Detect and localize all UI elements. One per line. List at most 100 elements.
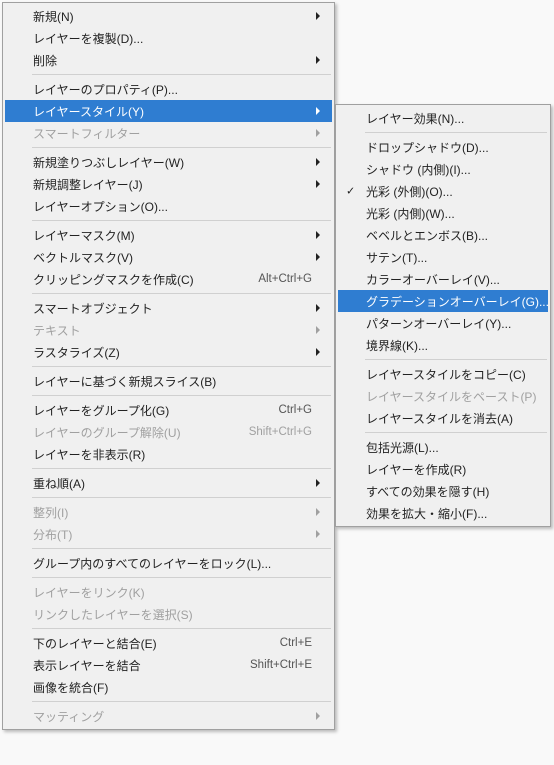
- sub_menu-item[interactable]: カラーオーバーレイ(V)...: [338, 268, 548, 290]
- menu-separator: [32, 577, 331, 578]
- main_menu-item[interactable]: ベクトルマスク(V): [5, 246, 332, 268]
- menu-item-label: 整列(I): [33, 504, 312, 521]
- main_menu-item[interactable]: レイヤーを非表示(R): [5, 443, 332, 465]
- sub_menu-item[interactable]: 効果を拡大・縮小(F)...: [338, 502, 548, 524]
- menu-item-shortcut: Shift+Ctrl+E: [250, 659, 312, 671]
- main_menu-item[interactable]: クリッピングマスクを作成(C)Alt+Ctrl+G: [5, 268, 332, 290]
- main_menu-item[interactable]: 重ね順(A): [5, 472, 332, 494]
- menu-item-label: すべての効果を隠す(H): [366, 483, 528, 500]
- layer-menu[interactable]: 新規(N) レイヤーを複製(D)... 削除レイヤーのプロパティ(P)... レイヤー…: [2, 2, 335, 730]
- menu-separator: [365, 359, 547, 360]
- main_menu-item[interactable]: レイヤーのプロパティ(P)...: [5, 78, 332, 100]
- menu-separator: [32, 147, 331, 148]
- sub_menu-item[interactable]: ベベルとエンボス(B)...: [338, 224, 548, 246]
- main_menu-item: リンクしたレイヤーを選択(S): [5, 603, 332, 625]
- menu-separator: [32, 395, 331, 396]
- menu-item-label: ベベルとエンボス(B)...: [366, 227, 528, 244]
- menu-item-label: レイヤーを作成(R): [366, 461, 528, 478]
- main_menu-item[interactable]: グループ内のすべてのレイヤーをロック(L)...: [5, 552, 332, 574]
- main_menu-item: スマートフィルター: [5, 122, 332, 144]
- main_menu-item[interactable]: 表示レイヤーを結合Shift+Ctrl+E: [5, 654, 332, 676]
- main_menu-item: テキスト: [5, 319, 332, 341]
- menu-item-label: ラスタライズ(Z): [33, 344, 312, 361]
- layer-style-submenu[interactable]: レイヤー効果(N)... ドロップシャドウ(D)... シャドウ (内側)(I)..…: [335, 104, 551, 527]
- menu-item-label: レイヤーを複製(D)...: [33, 30, 312, 47]
- menu-item-label: クリッピングマスクを作成(C): [33, 271, 258, 288]
- menu-separator: [32, 628, 331, 629]
- menu-separator: [365, 132, 547, 133]
- menu-item-label: 分布(T): [33, 526, 312, 543]
- menu-item-label: 重ね順(A): [33, 475, 312, 492]
- sub_menu-item[interactable]: サテン(T)...: [338, 246, 548, 268]
- main_menu-item[interactable]: 画像を統合(F): [5, 676, 332, 698]
- sub_menu-item[interactable]: レイヤー効果(N)...: [338, 107, 548, 129]
- menu-item-label: レイヤーのプロパティ(P)...: [33, 81, 312, 98]
- menu-separator: [32, 701, 331, 702]
- sub_menu-item[interactable]: レイヤースタイルを消去(A): [338, 407, 548, 429]
- menu-item-label: 境界線(K)...: [366, 337, 528, 354]
- menu-item-label: 下のレイヤーと結合(E): [33, 635, 280, 652]
- menu-item-label: 効果を拡大・縮小(F)...: [366, 505, 528, 522]
- menu-separator: [32, 548, 331, 549]
- menu-item-shortcut: Shift+Ctrl+G: [249, 426, 312, 438]
- menu-item-label: レイヤー効果(N)...: [366, 110, 528, 127]
- sub_menu-item[interactable]: すべての効果を隠す(H): [338, 480, 548, 502]
- main_menu-item: 整列(I): [5, 501, 332, 523]
- menu-separator: [32, 74, 331, 75]
- menu-item-label: レイヤーに基づく新規スライス(B): [33, 373, 312, 390]
- sub_menu-item: レイヤースタイルをペースト(P): [338, 385, 548, 407]
- main_menu-item[interactable]: ラスタライズ(Z): [5, 341, 332, 363]
- menu-item-label: レイヤーオプション(O)...: [33, 198, 312, 215]
- menu-item-label: カラーオーバーレイ(V)...: [366, 271, 528, 288]
- main_menu-item[interactable]: 新規(N): [5, 5, 332, 27]
- sub_menu-item[interactable]: 包括光源(L)...: [338, 436, 548, 458]
- sub_menu-item[interactable]: パターンオーバーレイ(Y)...: [338, 312, 548, 334]
- main_menu-item[interactable]: レイヤーをグループ化(G)Ctrl+G: [5, 399, 332, 421]
- menu-item-label: レイヤーマスク(M): [33, 227, 312, 244]
- menu-item-label: 光彩 (内側)(W)...: [366, 205, 528, 222]
- sub_menu-item[interactable]: 境界線(K)...: [338, 334, 548, 356]
- main_menu-item: 分布(T): [5, 523, 332, 545]
- menu-separator: [32, 497, 331, 498]
- check-icon: ✓: [346, 185, 355, 198]
- menu-item-label: 新規調整レイヤー(J): [33, 176, 312, 193]
- sub_menu-item[interactable]: レイヤースタイルをコピー(C): [338, 363, 548, 385]
- main_menu-item[interactable]: レイヤーマスク(M): [5, 224, 332, 246]
- main_menu-item[interactable]: レイヤースタイル(Y): [5, 100, 332, 122]
- main_menu-item[interactable]: 新規調整レイヤー(J): [5, 173, 332, 195]
- main_menu-item[interactable]: レイヤーを複製(D)...: [5, 27, 332, 49]
- menu-item-label: スマートフィルター: [33, 125, 312, 142]
- main_menu-item[interactable]: スマートオブジェクト: [5, 297, 332, 319]
- sub_menu-item[interactable]: シャドウ (内側)(I)...: [338, 158, 548, 180]
- menu-item-label: スマートオブジェクト: [33, 300, 312, 317]
- menu-separator: [365, 432, 547, 433]
- menu-separator: [32, 293, 331, 294]
- main_menu-item: レイヤーをリンク(K): [5, 581, 332, 603]
- menu-item-label: ドロップシャドウ(D)...: [366, 139, 528, 156]
- main_menu-item[interactable]: 削除: [5, 49, 332, 71]
- menu-separator: [32, 220, 331, 221]
- menu-item-label: リンクしたレイヤーを選択(S): [33, 606, 312, 623]
- sub_menu-item[interactable]: ✓光彩 (外側)(O)...: [338, 180, 548, 202]
- menu-item-label: レイヤーをグループ化(G): [33, 402, 278, 419]
- main_menu-item[interactable]: 新規塗りつぶしレイヤー(W): [5, 151, 332, 173]
- main_menu-item[interactable]: レイヤーに基づく新規スライス(B): [5, 370, 332, 392]
- menu-item-label: サテン(T)...: [366, 249, 528, 266]
- menu-item-label: レイヤーを非表示(R): [33, 446, 312, 463]
- menu-item-shortcut: Ctrl+E: [280, 637, 312, 649]
- sub_menu-item[interactable]: レイヤーを作成(R): [338, 458, 548, 480]
- menu-item-label: シャドウ (内側)(I)...: [366, 161, 528, 178]
- menu-item-label: レイヤーをリンク(K): [33, 584, 312, 601]
- menu-separator: [32, 366, 331, 367]
- menu-item-label: 包括光源(L)...: [366, 439, 528, 456]
- sub_menu-item[interactable]: ドロップシャドウ(D)...: [338, 136, 548, 158]
- menu-item-label: レイヤースタイルをコピー(C): [366, 366, 528, 383]
- sub_menu-item[interactable]: 光彩 (内側)(W)...: [338, 202, 548, 224]
- menu-item-label: グループ内のすべてのレイヤーをロック(L)...: [33, 555, 312, 572]
- menu-separator: [32, 468, 331, 469]
- menu-item-label: テキスト: [33, 322, 312, 339]
- main_menu-item[interactable]: レイヤーオプション(O)...: [5, 195, 332, 217]
- sub_menu-item[interactable]: グラデーションオーバーレイ(G)...: [338, 290, 548, 312]
- main_menu-item[interactable]: 下のレイヤーと結合(E)Ctrl+E: [5, 632, 332, 654]
- menu-item-shortcut: Alt+Ctrl+G: [258, 273, 312, 285]
